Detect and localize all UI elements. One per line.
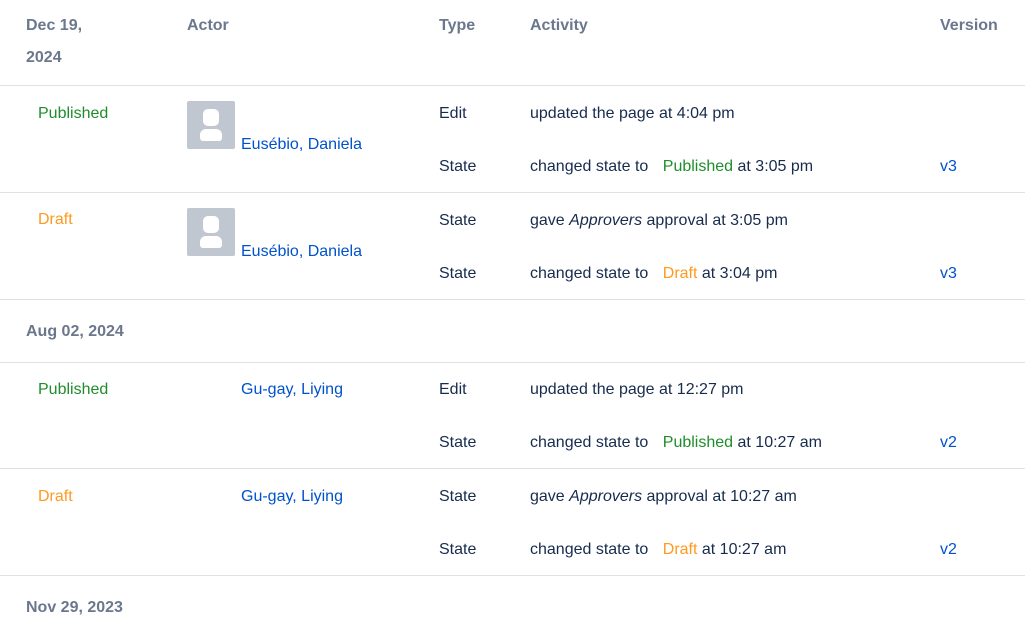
activity-prefix: changed state to — [530, 158, 649, 175]
row-divider — [0, 362, 1025, 363]
date-group-header: Nov 29, 2023 — [26, 599, 123, 616]
activity-suffix: at 3:04 pm — [701, 265, 778, 282]
activity-type: State — [439, 212, 477, 229]
activity-state-published: Published — [662, 434, 734, 451]
activity-text: updated the page at 12:27 pm — [530, 381, 744, 398]
activity-text: changed state to Draft at 10:27 am — [530, 540, 786, 560]
activity-suffix: approval at 3:05 pm — [646, 212, 788, 229]
row-divider — [0, 192, 1025, 193]
version-link[interactable]: v3 — [940, 157, 957, 177]
activity-prefix: changed state to — [530, 541, 649, 558]
column-header-activity: Activity — [530, 17, 588, 34]
activity-text: changed state to Draft at 3:04 pm — [530, 264, 778, 284]
state-label-draft: Draft — [38, 488, 73, 505]
approvers-group-name: Approvers — [569, 212, 643, 229]
activity-text: changed state to Published at 10:27 am — [530, 433, 822, 453]
activity-type: State — [439, 158, 477, 175]
date-group-header: Aug 02, 2024 — [26, 323, 124, 340]
actor-link[interactable]: Gu-gay, Liying — [241, 380, 343, 400]
default-user-avatar-icon[interactable] — [187, 101, 235, 149]
activity-type: State — [439, 541, 477, 558]
activity-suffix: at 3:05 pm — [737, 158, 814, 175]
actor-link[interactable]: Eusébio, Daniela — [241, 242, 362, 262]
row-divider — [0, 575, 1025, 576]
column-header-actor: Actor — [187, 17, 229, 34]
state-label-published: Published — [38, 381, 109, 398]
activity-suffix: at 10:27 am — [701, 541, 787, 558]
activity-text: changed state to Published at 3:05 pm — [530, 157, 813, 177]
activity-type: Edit — [439, 105, 467, 122]
date-header-line1: Dec 19, — [26, 17, 83, 34]
default-user-avatar-icon[interactable] — [187, 208, 235, 256]
column-header-type: Type — [439, 17, 476, 34]
actor-link[interactable]: Eusébio, Daniela — [241, 135, 362, 155]
version-link[interactable]: v2 — [940, 540, 957, 560]
activity-state-draft: Draft — [662, 265, 698, 282]
activity-suffix: approval at 10:27 am — [646, 488, 797, 505]
activity-suffix: at 10:27 am — [737, 434, 823, 451]
activity-type: State — [439, 488, 477, 505]
row-divider — [0, 468, 1025, 469]
row-divider — [0, 299, 1025, 300]
activity-type: Edit — [439, 381, 467, 398]
approvers-group-name: Approvers — [569, 488, 643, 505]
activity-type: State — [439, 434, 477, 451]
activity-prefix: gave — [530, 212, 565, 229]
date-header-line2: 2024 — [26, 49, 62, 66]
activity-prefix: changed state to — [530, 265, 649, 282]
actor-link[interactable]: Gu-gay, Liying — [241, 487, 343, 507]
activity-prefix: gave — [530, 488, 565, 505]
version-link[interactable]: v3 — [940, 264, 957, 284]
activity-type: State — [439, 265, 477, 282]
activity-state-published: Published — [662, 158, 734, 175]
activity-text: gave Approvers approval at 3:05 pm — [530, 211, 788, 231]
state-label-draft: Draft — [38, 211, 73, 228]
row-divider — [0, 85, 1025, 86]
column-header-version: Version — [940, 17, 998, 34]
activity-text: updated the page at 4:04 pm — [530, 105, 735, 122]
activity-text: gave Approvers approval at 10:27 am — [530, 487, 797, 507]
activity-prefix: changed state to — [530, 434, 649, 451]
version-link[interactable]: v2 — [940, 433, 957, 453]
activity-state-draft: Draft — [662, 541, 698, 558]
state-label-published: Published — [38, 105, 109, 122]
